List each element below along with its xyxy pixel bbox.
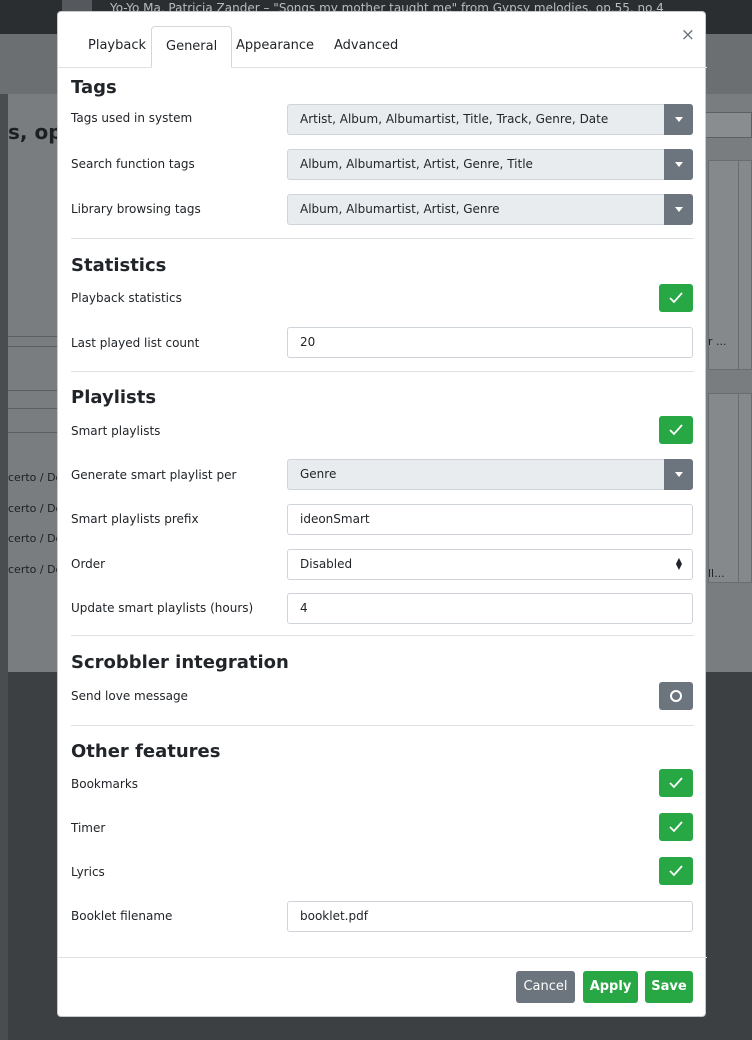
sort-arrows-icon: ▲ ▼ [675, 556, 682, 571]
generate-per-label: Generate smart playlist per [71, 468, 237, 482]
circle-icon [670, 690, 682, 702]
browse-tags-value: Album, Albumartist, Artist, Genre [300, 202, 500, 216]
tab-bar: Playback General Appearance Advanced × [58, 12, 707, 68]
list-item: certo / Do [8, 502, 63, 515]
divider [8, 346, 60, 347]
lyrics-toggle[interactable] [659, 857, 693, 885]
search-tags-label: Search function tags [71, 157, 195, 171]
section-title-other-features: Other features [71, 741, 221, 762]
update-hours-input[interactable]: 4 [287, 593, 693, 624]
dropdown-button[interactable] [664, 149, 693, 180]
booklet-label: Booklet filename [71, 909, 173, 923]
caret-down-icon [675, 117, 683, 122]
album-card-label: ll... [708, 567, 725, 580]
section-divider [71, 371, 694, 372]
order-value: Disabled [300, 557, 353, 571]
tags-used-select[interactable]: Artist, Album, Albumartist, Title, Track… [287, 104, 693, 135]
last-played-label: Last played list count [71, 336, 200, 350]
check-icon [669, 865, 683, 877]
prefix-input[interactable]: ideonSmart [287, 504, 693, 535]
prefix-label: Smart playlists prefix [71, 512, 199, 526]
save-button[interactable]: Save [645, 971, 693, 1003]
order-label: Order [71, 557, 106, 571]
bookmarks-label: Bookmarks [71, 777, 139, 791]
lyrics-label: Lyrics [71, 865, 105, 879]
last-played-input[interactable]: 20 [287, 327, 693, 358]
search-tags-value: Album, Albumartist, Artist, Genre, Title [300, 157, 533, 171]
divider [8, 390, 60, 391]
generate-per-select[interactable]: Genre [287, 459, 693, 490]
settings-modal: Playback General Appearance Advanced × T… [57, 11, 707, 1017]
check-icon [669, 777, 683, 789]
section-title-statistics: Statistics [71, 255, 167, 276]
timer-label: Timer [71, 821, 106, 835]
tags-used-value: Artist, Album, Albumartist, Title, Track… [300, 112, 609, 126]
cancel-button[interactable]: Cancel [516, 971, 575, 1003]
love-message-toggle[interactable] [659, 682, 693, 710]
album-card [738, 393, 752, 583]
caret-down-icon [675, 162, 683, 167]
update-hours-label: Update smart playlists (hours) [71, 601, 254, 615]
tab-appearance[interactable]: Appearance [222, 26, 328, 68]
playback-stats-label: Playback statistics [71, 291, 182, 305]
dropdown-button[interactable] [664, 459, 693, 490]
booklet-input[interactable]: booklet.pdf [287, 901, 693, 932]
section-divider [71, 725, 694, 726]
love-message-label: Send love message [71, 689, 188, 703]
smart-playlists-label: Smart playlists [71, 424, 161, 438]
apply-button[interactable]: Apply [583, 971, 638, 1003]
divider [8, 432, 60, 433]
album-card-label: r ... [708, 335, 727, 348]
check-icon [669, 821, 683, 833]
close-icon[interactable]: × [681, 25, 695, 45]
section-title-scrobbler: Scrobbler integration [71, 652, 289, 673]
bookmarks-toggle[interactable] [659, 769, 693, 797]
tab-general[interactable]: General [151, 26, 233, 68]
divider [8, 408, 60, 409]
list-item: certo / Do [8, 471, 63, 484]
list-item: certo / Do [8, 532, 63, 545]
footer-divider [58, 957, 707, 958]
tags-used-label: Tags used in system [71, 111, 193, 125]
dropdown-button[interactable] [664, 104, 693, 135]
timer-toggle[interactable] [659, 813, 693, 841]
browse-tags-label: Library browsing tags [71, 202, 201, 216]
caret-down-icon [675, 207, 683, 212]
tab-advanced[interactable]: Advanced [320, 26, 412, 68]
section-title-playlists: Playlists [71, 387, 157, 408]
playback-stats-toggle[interactable] [659, 284, 693, 312]
search-tags-select[interactable]: Album, Albumartist, Artist, Genre, Title [287, 149, 693, 180]
check-icon [669, 292, 683, 304]
generate-per-value: Genre [300, 467, 337, 481]
section-divider [71, 635, 694, 636]
divider [8, 336, 60, 337]
caret-down-icon [675, 472, 683, 477]
browse-tags-select[interactable]: Album, Albumartist, Artist, Genre [287, 194, 693, 225]
section-divider [71, 238, 694, 239]
check-icon [669, 424, 683, 436]
album-card [738, 160, 752, 370]
list-item: certo / Do [8, 563, 63, 576]
section-title-tags: Tags [71, 77, 117, 98]
page-heading: s, op [8, 120, 63, 144]
order-select[interactable]: Disabled ▲ ▼ [287, 549, 693, 580]
smart-playlists-toggle[interactable] [659, 416, 693, 444]
tab-playback[interactable]: Playback [74, 26, 160, 68]
dropdown-button[interactable] [664, 194, 693, 225]
